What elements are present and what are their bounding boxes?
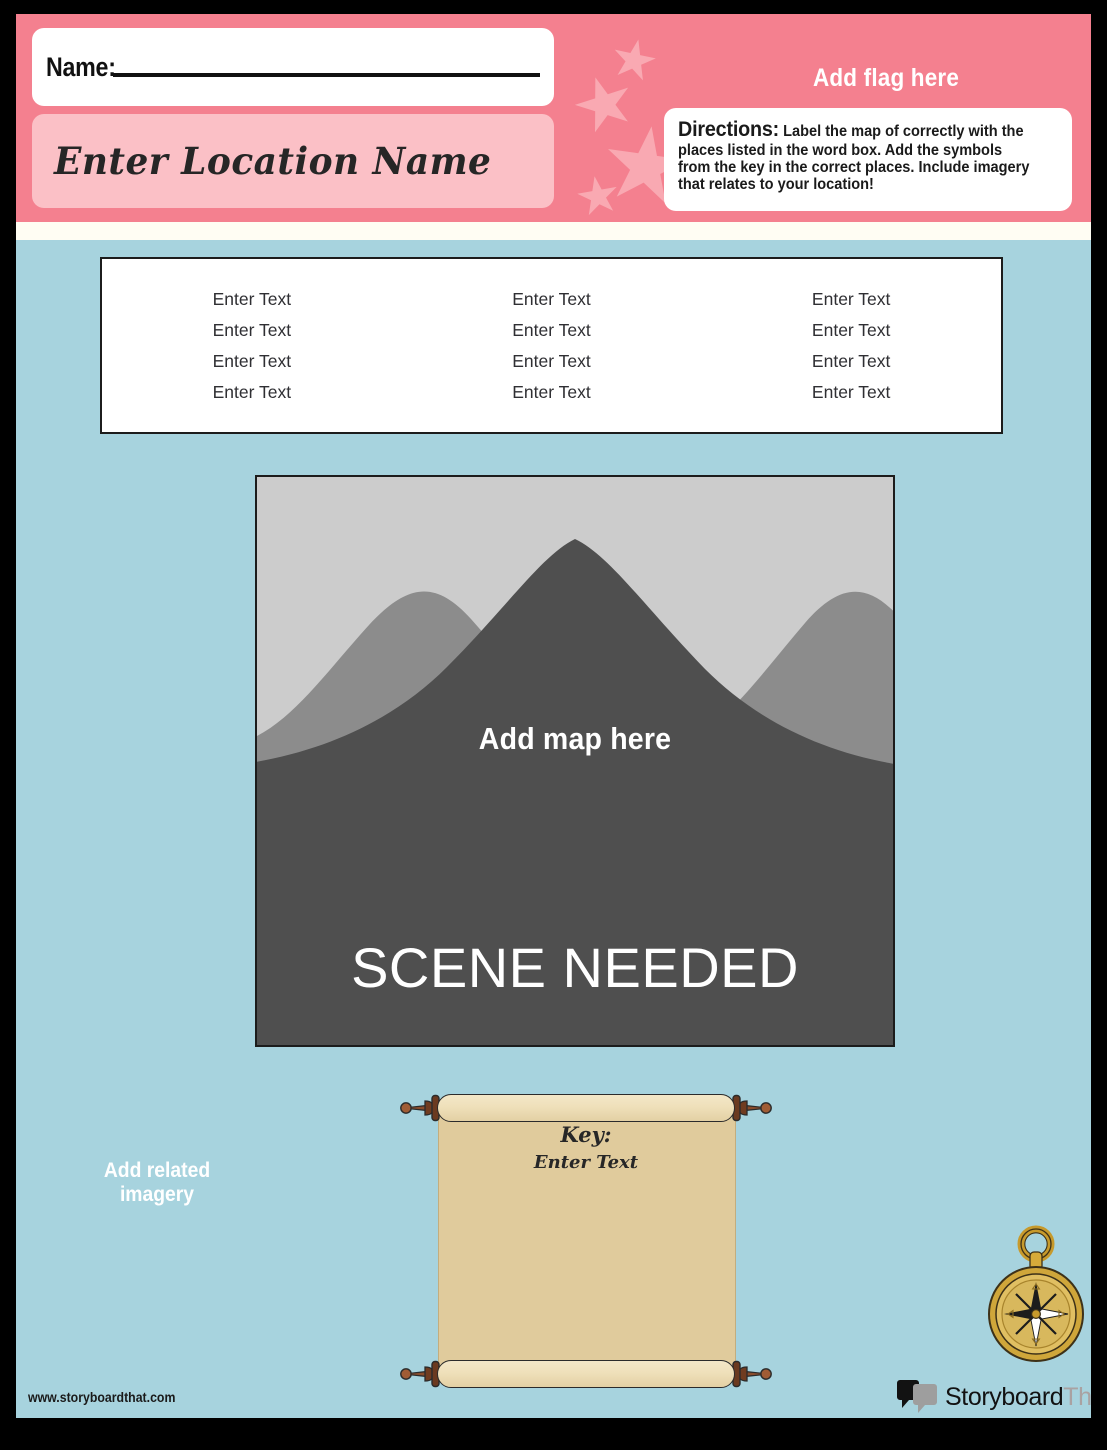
word-box-cell[interactable]: Enter Text bbox=[812, 351, 890, 372]
footer-url[interactable]: www.storyboardthat.com bbox=[28, 1389, 175, 1405]
word-box-cell[interactable]: Enter Text bbox=[213, 382, 291, 403]
word-box-cell[interactable]: Enter Text bbox=[512, 289, 590, 310]
name-write-line[interactable] bbox=[113, 73, 540, 77]
map-caption-top: Add map here bbox=[478, 721, 672, 756]
storyboardthat-logo[interactable]: StoryboardThat bbox=[896, 1379, 1091, 1415]
word-box-cell[interactable]: Enter Text bbox=[512, 351, 590, 372]
word-box-cell[interactable]: Enter Text bbox=[812, 289, 890, 310]
star-icon bbox=[569, 69, 640, 140]
word-box-cell[interactable]: Enter Text bbox=[812, 320, 890, 341]
word-box-cell[interactable]: Enter Text bbox=[213, 289, 291, 310]
add-flag-label[interactable]: Add flag here bbox=[733, 64, 1039, 93]
star-icon bbox=[609, 35, 659, 85]
key-title: Key: bbox=[560, 1122, 612, 1147]
logo-wordmark: StoryboardThat bbox=[945, 1383, 1091, 1412]
directions-card: Directions: Label the map of correctly w… bbox=[664, 108, 1072, 211]
logo-text-grey: That bbox=[1063, 1382, 1091, 1411]
name-field[interactable]: Name: bbox=[32, 28, 554, 106]
scroll-parchment bbox=[438, 1108, 736, 1376]
location-name-placeholder: Enter Location Name bbox=[54, 139, 492, 183]
directions-label: Directions: bbox=[678, 118, 780, 141]
scroll-rod-top bbox=[437, 1094, 735, 1122]
word-box-cell[interactable]: Enter Text bbox=[512, 320, 590, 341]
word-box-cell[interactable]: Enter Text bbox=[213, 320, 291, 341]
map-scene-placeholder[interactable]: Add map here SCENE NEEDED bbox=[255, 475, 895, 1047]
related-imagery-line1: Add related bbox=[103, 1159, 211, 1182]
logo-text-dark: Storyboard bbox=[945, 1382, 1064, 1411]
word-box[interactable]: Enter Text Enter Text Enter Text Enter T… bbox=[100, 257, 1003, 434]
word-box-cell[interactable]: Enter Text bbox=[512, 382, 590, 403]
header-band: Name: Enter Location Name Add flag here … bbox=[16, 14, 1091, 222]
speech-bubble-icon bbox=[896, 1380, 938, 1414]
worksheet-page: Name: Enter Location Name Add flag here … bbox=[16, 14, 1091, 1418]
map-caption-main: SCENE NEEDED bbox=[351, 936, 799, 999]
word-box-cell[interactable]: Enter Text bbox=[812, 382, 890, 403]
scroll-rod-bottom bbox=[437, 1360, 735, 1388]
header-separator bbox=[16, 222, 1091, 240]
key-value[interactable]: Enter Text bbox=[438, 1152, 734, 1173]
compass-icon bbox=[975, 1222, 1091, 1368]
star-icon bbox=[575, 173, 621, 219]
word-box-cell[interactable]: Enter Text bbox=[213, 351, 291, 372]
name-label: Name: bbox=[46, 51, 116, 82]
directions-body: Directions: Label the map of correctly w… bbox=[678, 118, 1037, 194]
key-scroll[interactable]: Key: Enter Text bbox=[400, 1084, 792, 1396]
location-name-field[interactable]: Enter Location Name bbox=[32, 114, 554, 208]
related-imagery-line2: imagery bbox=[119, 1182, 195, 1206]
add-related-imagery-label[interactable]: Add related imagery bbox=[79, 1159, 235, 1206]
